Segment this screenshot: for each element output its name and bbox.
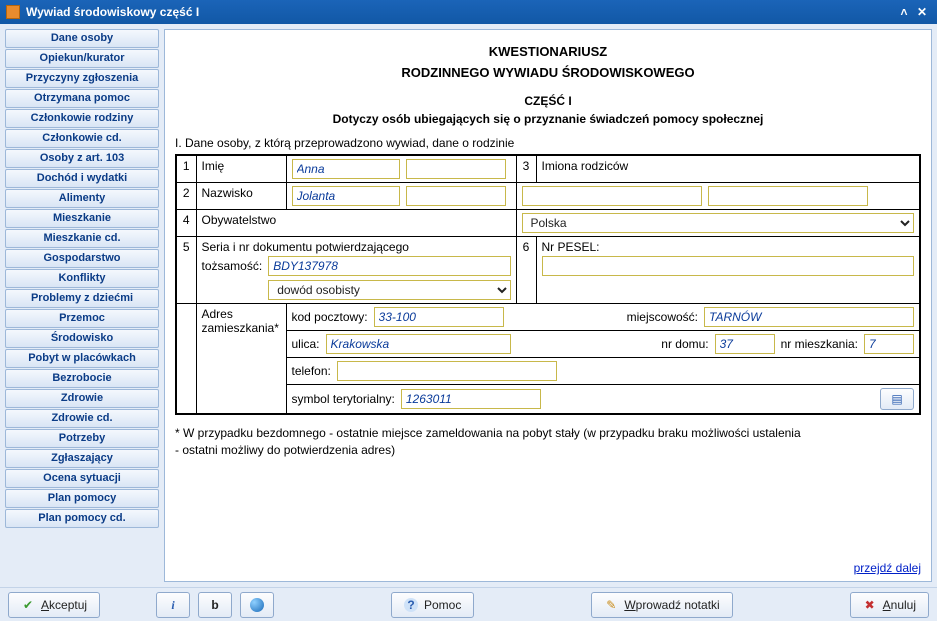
section-title: I. Dane osoby, z którą przeprowadzono wy… bbox=[175, 136, 921, 150]
sidebar-item[interactable]: Dochód i wydatki bbox=[5, 169, 159, 188]
symbol-terytorialny-input[interactable] bbox=[401, 389, 541, 409]
obywatelstwo-select[interactable]: Polska bbox=[522, 213, 915, 233]
sidebar-item[interactable]: Problemy z dziećmi bbox=[5, 289, 159, 308]
close-button[interactable]: ✕ bbox=[913, 5, 931, 19]
dokument-nr-input[interactable] bbox=[268, 256, 510, 276]
label-nazwisko: Nazwisko bbox=[196, 183, 286, 210]
info-button[interactable] bbox=[156, 592, 190, 618]
sphere-icon bbox=[250, 598, 264, 612]
bold-button[interactable] bbox=[198, 592, 232, 618]
label-miejscowosc: miejscowość: bbox=[627, 310, 698, 324]
symbol-picker-button[interactable]: ▤ bbox=[880, 388, 914, 410]
label-dok-line2: tożsamość: bbox=[202, 259, 263, 273]
label-adres-1: Adres bbox=[202, 307, 281, 321]
sidebar-item[interactable]: Osoby z art. 103 bbox=[5, 149, 159, 168]
pencil-icon bbox=[604, 598, 618, 612]
label-ulica: ulica: bbox=[292, 337, 320, 351]
next-link[interactable]: przejdź dalej bbox=[175, 553, 921, 575]
rodzic-1-input[interactable] bbox=[522, 186, 702, 206]
label-symbol: symbol terytorialny: bbox=[292, 392, 395, 406]
dokument-typ-select[interactable]: dowód osobisty bbox=[268, 280, 510, 300]
pesel-input[interactable] bbox=[542, 256, 915, 276]
label-adres-2: zamieszkania* bbox=[202, 321, 281, 335]
info-icon bbox=[166, 598, 180, 612]
label-nr-domu: nr domu: bbox=[661, 337, 708, 351]
cell-num: 6 bbox=[516, 237, 536, 304]
sidebar-item[interactable]: Zdrowie bbox=[5, 389, 159, 408]
window-title: Wywiad środowiskowy część I bbox=[26, 5, 199, 19]
cancel-icon bbox=[863, 598, 877, 612]
help-button[interactable]: Pomoc bbox=[391, 592, 474, 618]
window: Wywiad środowiskowy część I ˄ ✕ Dane oso… bbox=[0, 0, 937, 621]
heading-subtitle: Dotyczy osób ubiegających się o przyznan… bbox=[175, 112, 921, 126]
cell-num: 2 bbox=[176, 183, 196, 210]
ulica-input[interactable] bbox=[326, 334, 511, 354]
sidebar-item[interactable]: Pobyt w placówkach bbox=[5, 349, 159, 368]
cell-num: 5 bbox=[176, 237, 196, 304]
label-rodzice: Imiona rodziców bbox=[536, 155, 920, 183]
sidebar-item[interactable]: Alimenty bbox=[5, 189, 159, 208]
sidebar-item[interactable]: Zgłaszający bbox=[5, 449, 159, 468]
client-area: Dane osoby Opiekun/kurator Przyczyny zgł… bbox=[0, 24, 937, 587]
label-nr-mieszkania: nr mieszkania: bbox=[781, 337, 858, 351]
sidebar-item[interactable]: Bezrobocie bbox=[5, 369, 159, 388]
bold-icon bbox=[208, 598, 222, 612]
imie-1-input[interactable] bbox=[292, 159, 400, 179]
help-icon bbox=[404, 598, 418, 612]
cancel-button[interactable]: Anuluj bbox=[850, 592, 929, 618]
title-bar: Wywiad środowiskowy część I ˄ ✕ bbox=[0, 0, 937, 24]
sidebar-item[interactable]: Plan pomocy cd. bbox=[5, 509, 159, 528]
nazwisko-2-input[interactable] bbox=[406, 186, 506, 206]
cell-num: 3 bbox=[516, 155, 536, 183]
label-imie: Imię bbox=[196, 155, 286, 183]
sidebar: Dane osoby Opiekun/kurator Przyczyny zgł… bbox=[5, 29, 159, 582]
sidebar-item[interactable]: Konflikty bbox=[5, 269, 159, 288]
nr-domu-input[interactable] bbox=[715, 334, 775, 354]
sidebar-item[interactable]: Mieszkanie bbox=[5, 209, 159, 228]
sidebar-item[interactable]: Przemoc bbox=[5, 309, 159, 328]
heading-part: CZĘŚĆ I bbox=[175, 94, 921, 108]
nr-mieszkania-input[interactable] bbox=[864, 334, 914, 354]
sidebar-item[interactable]: Gospodarstwo bbox=[5, 249, 159, 268]
label-telefon: telefon: bbox=[292, 364, 331, 378]
form-table: 1 Imię 3 Imiona rodziców 2 Nazwisko bbox=[175, 154, 921, 415]
sidebar-item[interactable]: Środowisko bbox=[5, 329, 159, 348]
sidebar-item[interactable]: Członkowie cd. bbox=[5, 129, 159, 148]
label-kod: kod pocztowy: bbox=[292, 310, 368, 324]
sidebar-item[interactable]: Zdrowie cd. bbox=[5, 409, 159, 428]
footer-toolbar: Akceptuj Pomoc Wprowadź notatki Anuluj bbox=[0, 587, 937, 621]
label-pesel: Nr PESEL: bbox=[542, 240, 915, 254]
kod-pocztowy-input[interactable] bbox=[374, 307, 504, 327]
cell-num: 4 bbox=[176, 210, 196, 237]
sidebar-item[interactable]: Opiekun/kurator bbox=[5, 49, 159, 68]
minimize-button[interactable]: ˄ bbox=[895, 5, 913, 19]
imie-2-input[interactable] bbox=[406, 159, 506, 179]
heading-line-2: RODZINNEGO WYWIADU ŚRODOWISKOWEGO bbox=[175, 65, 921, 80]
nazwisko-1-input[interactable] bbox=[292, 186, 400, 206]
footnote: * W przypadku bezdomnego - ostatnie miej… bbox=[175, 425, 921, 459]
miejscowosc-input[interactable] bbox=[704, 307, 914, 327]
sidebar-item[interactable]: Plan pomocy bbox=[5, 489, 159, 508]
label-obyw: Obywatelstwo bbox=[196, 210, 516, 237]
notes-button[interactable]: Wprowadź notatki bbox=[591, 592, 732, 618]
telefon-input[interactable] bbox=[337, 361, 557, 381]
rodzic-2-input[interactable] bbox=[708, 186, 868, 206]
sidebar-item[interactable]: Ocena sytuacji bbox=[5, 469, 159, 488]
sidebar-item[interactable]: Mieszkanie cd. bbox=[5, 229, 159, 248]
sidebar-item[interactable]: Członkowie rodziny bbox=[5, 109, 159, 128]
sidebar-item[interactable]: Przyczyny zgłoszenia bbox=[5, 69, 159, 88]
label-dok-line1: Seria i nr dokumentu potwierdzającego bbox=[202, 240, 511, 254]
sphere-button[interactable] bbox=[240, 592, 274, 618]
cell-num: 1 bbox=[176, 155, 196, 183]
sidebar-item[interactable]: Otrzymana pomoc bbox=[5, 89, 159, 108]
app-icon bbox=[6, 5, 20, 19]
check-icon bbox=[21, 598, 35, 612]
accept-button[interactable]: Akceptuj bbox=[8, 592, 100, 618]
sidebar-item[interactable]: Dane osoby bbox=[5, 29, 159, 48]
heading-line-1: KWESTIONARIUSZ bbox=[175, 44, 921, 59]
sidebar-item[interactable]: Potrzeby bbox=[5, 429, 159, 448]
main-panel: KWESTIONARIUSZ RODZINNEGO WYWIADU ŚRODOW… bbox=[164, 29, 932, 582]
